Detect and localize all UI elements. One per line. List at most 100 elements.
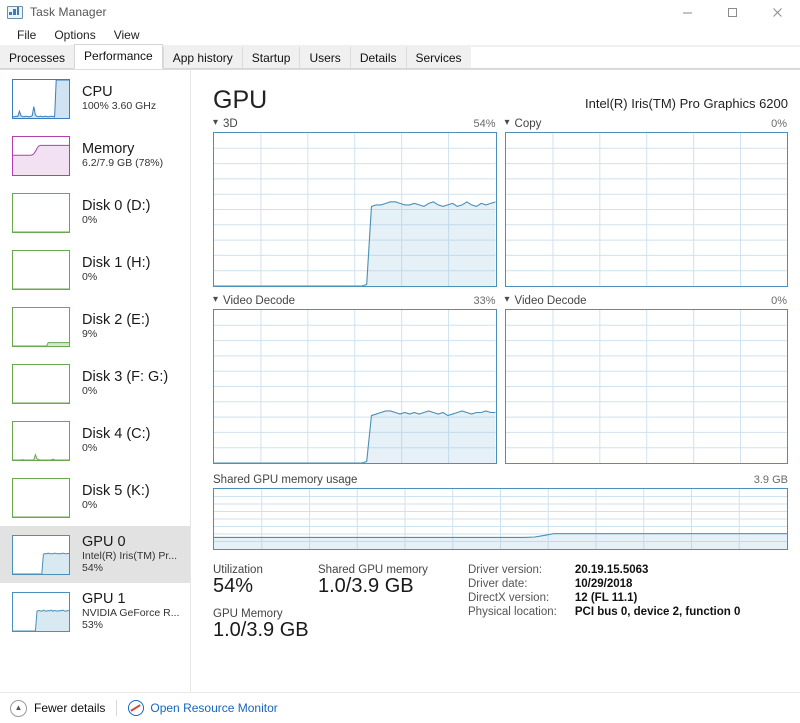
info-value: 12 (FL 11.1) — [574, 592, 638, 604]
gpu-detail-panel: GPU Intel(R) Iris(TM) Pro Graphics 6200 … — [191, 70, 800, 692]
tab-processes[interactable]: Processes — [0, 47, 75, 69]
sidebar-item-sub: 0% — [82, 385, 98, 398]
close-button[interactable] — [755, 0, 800, 24]
graph-row-bottom: ▾ Video Decode 33% ▾ Video Decode 0% — [191, 292, 800, 464]
driver-info-table: Driver version: 20.19.15.5063 Driver date:… — [468, 564, 740, 652]
tab-users[interactable]: Users — [299, 47, 350, 69]
info-key: Driver date: — [468, 578, 528, 590]
sidebar-mini-graph — [12, 477, 70, 518]
graph-row-top: ▾ 3D 54% ▾ Copy 0% — [191, 115, 800, 287]
sidebar-item-disk-3-f-g[interactable]: Disk 3 (F: G:) 0% — [0, 355, 190, 412]
graph-copy — [504, 132, 788, 287]
menu-item-view[interactable]: View — [105, 28, 149, 42]
sidebar-item-disk-4-c[interactable]: Disk 4 (C:) 0% — [0, 412, 190, 469]
maximize-button[interactable] — [710, 0, 755, 24]
graph-label-video-decode-right: Video Decode — [514, 295, 587, 307]
sidebar-mini-graph — [12, 363, 70, 404]
info-key: DirectX version: — [468, 592, 550, 604]
info-key: Driver version: — [468, 564, 543, 576]
sidebar-item-disk-0-d[interactable]: Disk 0 (D:) 0% — [0, 184, 190, 241]
sidebar-item-label: Memory — [82, 141, 135, 157]
sidebar-item-sub2: 53% — [82, 619, 104, 632]
utilization-value: 54% — [213, 575, 254, 597]
graph-label-copy: Copy — [514, 118, 542, 130]
task-manager-icon — [7, 5, 23, 19]
tab-performance[interactable]: Performance — [74, 44, 163, 69]
shared-memory-block: Shared GPU memory usage 3.9 GB — [191, 464, 800, 550]
graph-shared-memory — [213, 488, 788, 550]
sidebar-item-sub: 100% 3.60 GHz — [82, 100, 157, 113]
open-resource-monitor-link[interactable]: Open Resource Monitor — [128, 700, 278, 716]
graph-block-3d: ▾ 3D 54% — [213, 115, 497, 287]
shared-memory-label: Shared GPU memory usage — [213, 474, 358, 486]
sidebar-item-disk-5-k[interactable]: Disk 5 (K:) 0% — [0, 469, 190, 526]
chevron-up-circle-icon: ▲ — [10, 699, 27, 717]
menu-item-options[interactable]: Options — [45, 28, 104, 42]
sidebar-mini-graph — [12, 249, 70, 290]
tab-app-history[interactable]: App history — [162, 47, 242, 69]
graph-percent-video-decode-left: 33% — [473, 295, 496, 307]
minimize-button[interactable] — [665, 0, 710, 24]
sidebar-item-sub: 9% — [82, 328, 98, 341]
shared-memory-max: 3.9 GB — [753, 474, 788, 486]
sidebar-item-sub: 0% — [82, 442, 98, 455]
gpu-header: GPU Intel(R) Iris(TM) Pro Graphics 6200 — [191, 70, 800, 115]
chevron-down-icon[interactable]: ▾ — [505, 118, 510, 128]
sidebar-item-text: GPU 1 NVIDIA GeForce R... 53% — [82, 591, 179, 632]
sidebar-mini-graph — [12, 78, 70, 119]
shared-gpu-memory-value: 1.0/3.9 GB — [318, 575, 414, 597]
sidebar-item-memory[interactable]: Memory 6.2/7.9 GB (78%) — [0, 127, 190, 184]
sidebar-item-label: Disk 5 (K:) — [82, 483, 150, 499]
graph-percent-video-decode-right: 0% — [771, 295, 787, 307]
resource-sidebar[interactable]: CPU 100% 3.60 GHz Memory 6.2/7.9 GB (78%) Di… — [0, 70, 191, 692]
chevron-down-icon[interactable]: ▾ — [213, 118, 218, 128]
sidebar-item-label: Disk 2 (E:) — [82, 312, 150, 328]
graph-3d — [213, 132, 497, 287]
gpu-memory-value: 1.0/3.9 GB — [213, 619, 309, 641]
sidebar-item-text: CPU 100% 3.60 GHz — [82, 84, 156, 113]
sidebar-mini-graph — [12, 192, 70, 233]
sidebar-item-text: Disk 0 (D:) 0% — [82, 198, 150, 227]
resource-monitor-icon — [128, 700, 145, 716]
graph-block-video-decode-left: ▾ Video Decode 33% — [213, 292, 497, 464]
sidebar-item-sub: 0% — [82, 271, 98, 284]
sidebar-item-label: CPU — [82, 84, 113, 100]
sidebar-item-cpu[interactable]: CPU 100% 3.60 GHz — [0, 70, 190, 127]
sidebar-item-text: Memory 6.2/7.9 GB (78%) — [82, 141, 163, 170]
status-divider — [116, 700, 118, 716]
sidebar-item-text: GPU 0 Intel(R) Iris(TM) Pr... 54% — [82, 534, 177, 575]
sidebar-item-label: GPU 1 — [82, 591, 126, 608]
menu-bar: File Options View — [0, 24, 800, 45]
info-key: Physical location: — [468, 606, 557, 618]
sidebar-mini-graph — [12, 420, 70, 461]
tab-services[interactable]: Services — [405, 47, 471, 69]
sidebar-item-label: Disk 4 (C:) — [82, 426, 151, 442]
sidebar-item-sub: 0% — [82, 214, 98, 227]
chevron-down-icon[interactable]: ▾ — [213, 295, 218, 305]
graph-percent-3d: 54% — [473, 118, 496, 130]
stats-area: Utilization 54% GPU Memory 1.0/3.9 GB Sh… — [191, 550, 800, 652]
sidebar-item-gpu-1[interactable]: GPU 1 NVIDIA GeForce R... 53% — [0, 583, 190, 640]
sidebar-item-label: GPU 0 — [82, 534, 126, 551]
graph-label-video-decode-left: Video Decode — [223, 295, 296, 307]
tab-details[interactable]: Details — [349, 47, 406, 69]
sidebar-item-sub2: 54% — [82, 562, 104, 575]
sidebar-item-gpu-0[interactable]: GPU 0 Intel(R) Iris(TM) Pr... 54% — [0, 526, 190, 583]
content-area: CPU 100% 3.60 GHz Memory 6.2/7.9 GB (78%) Di… — [0, 70, 800, 692]
sidebar-item-text: Disk 4 (C:) 0% — [82, 426, 150, 455]
sidebar-item-disk-1-h[interactable]: Disk 1 (H:) 0% — [0, 241, 190, 298]
menu-item-file[interactable]: File — [8, 28, 45, 42]
gpu-model-name: Intel(R) Iris(TM) Pro Graphics 6200 — [585, 96, 788, 111]
tab-startup[interactable]: Startup — [241, 47, 300, 69]
sidebar-item-text: Disk 2 (E:) 9% — [82, 312, 150, 341]
sidebar-item-text: Disk 1 (H:) 0% — [82, 255, 150, 284]
fewer-details-button[interactable]: ▲ Fewer details — [10, 699, 106, 717]
stat-shared-memory: Shared GPU memory 1.0/3.9 GB — [318, 564, 468, 652]
graph-block-copy: ▾ Copy 0% — [504, 115, 788, 287]
sidebar-item-label: Disk 1 (H:) — [82, 255, 151, 271]
sidebar-item-disk-2-e[interactable]: Disk 2 (E:) 9% — [0, 298, 190, 355]
page-title: GPU — [213, 86, 268, 114]
fewer-details-label: Fewer details — [34, 701, 106, 715]
chevron-down-icon[interactable]: ▾ — [505, 295, 510, 305]
title-bar: Task Manager — [0, 0, 800, 24]
